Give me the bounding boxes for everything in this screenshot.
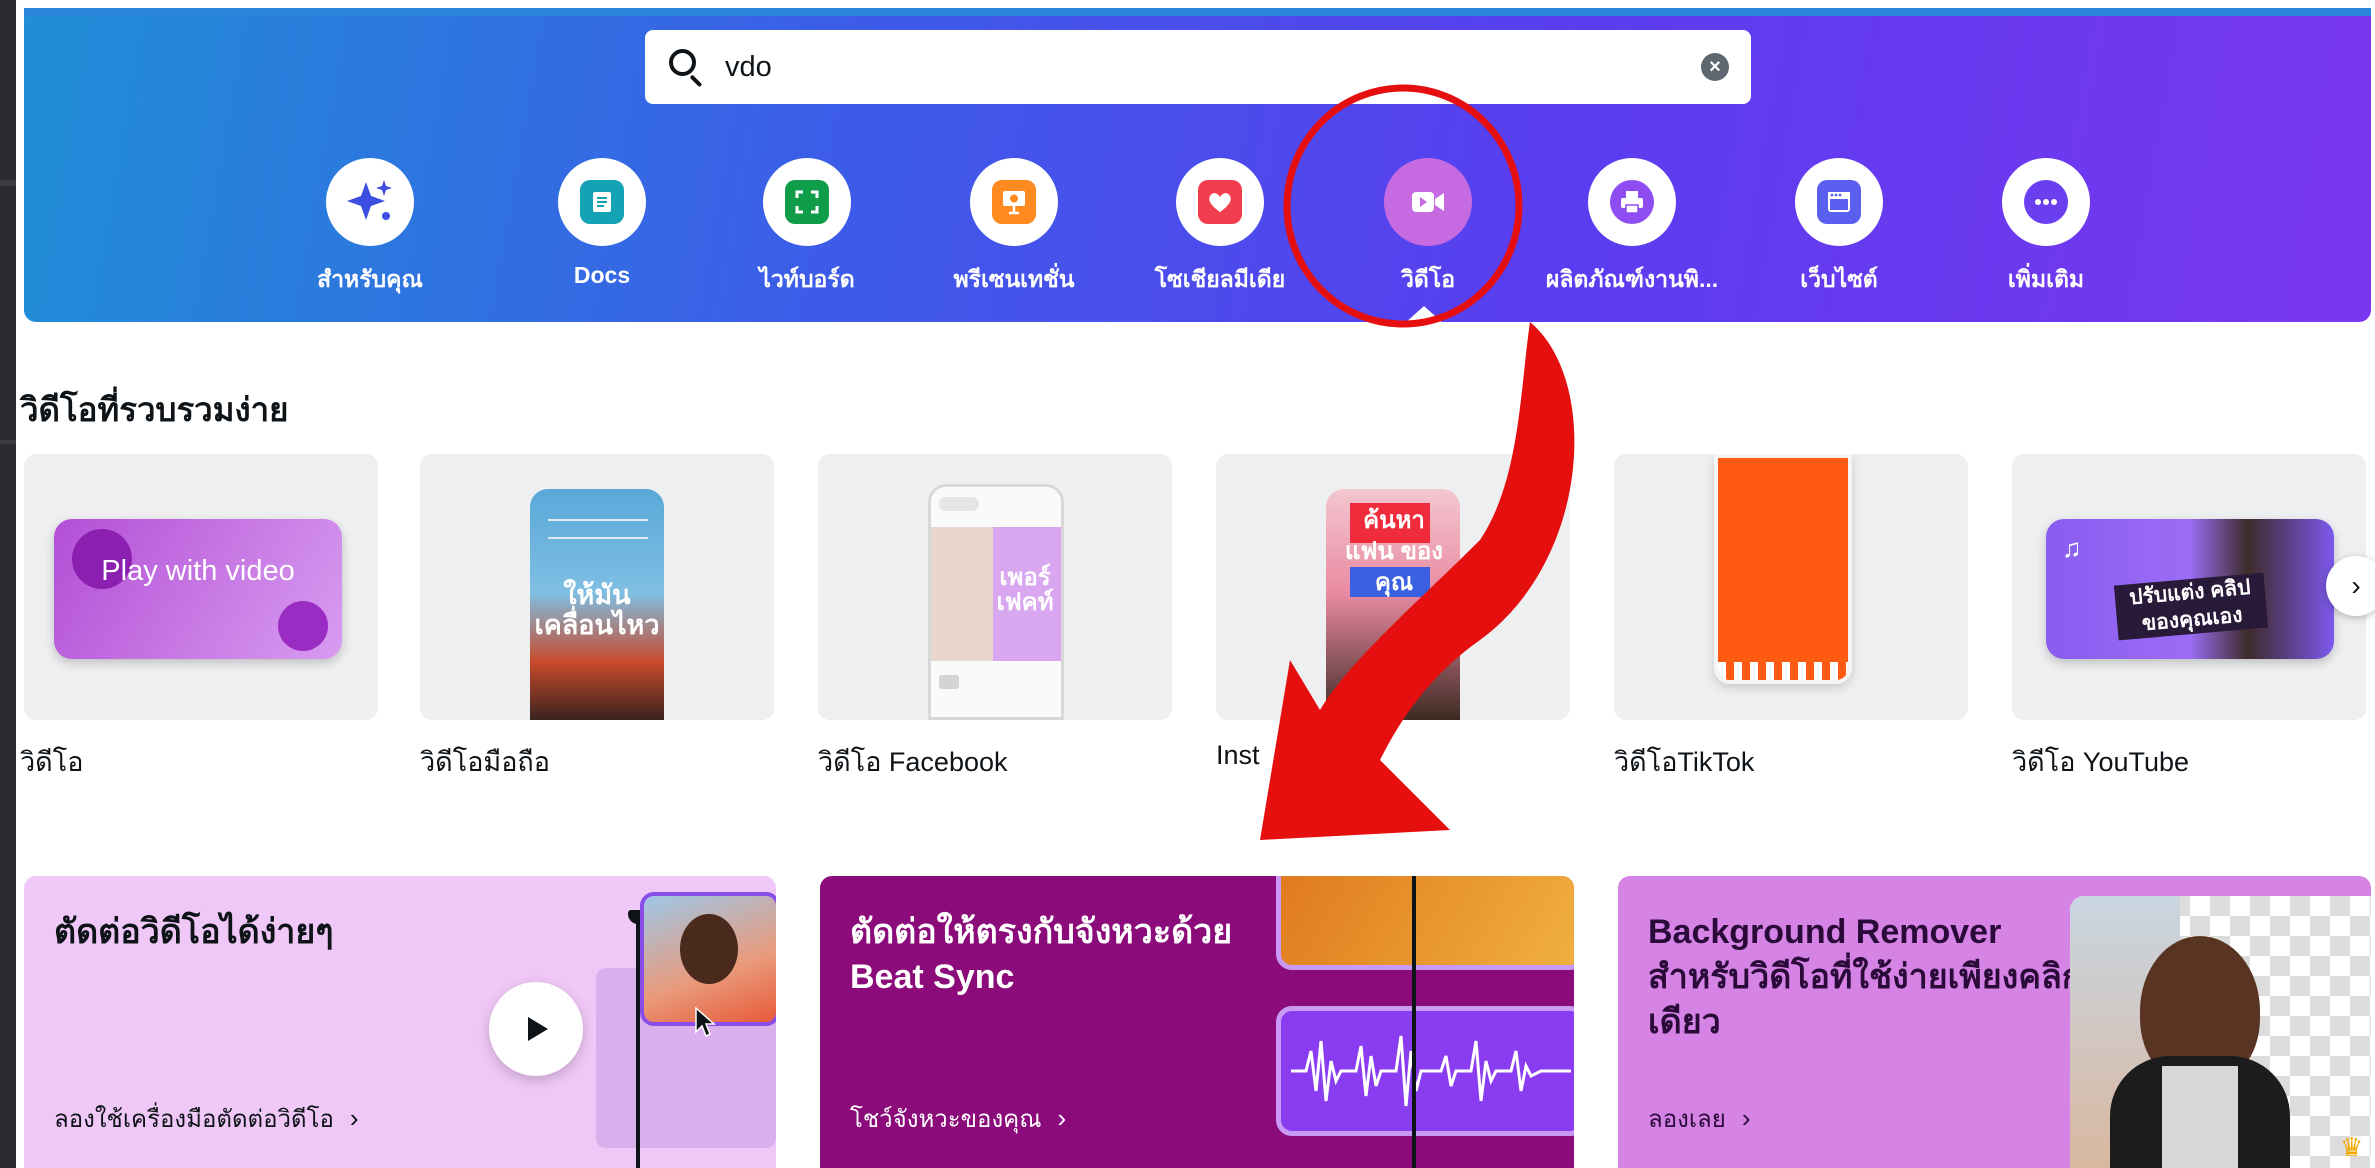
promo-link-text: โชว์จังหวะของคุณ [850, 1106, 1042, 1133]
promo-link[interactable]: โชว์จังหวะของคุณ › [850, 1099, 1066, 1138]
promo-title: Background Remover สำหรับวิดีโอที่ใช้ง่า… [1648, 913, 2083, 1041]
template-tile-video[interactable]: Play with video [24, 454, 378, 720]
template-tile-instagram-video[interactable]: ค้นหา แฟน ของคุณ [1216, 454, 1570, 720]
promo-link-text: ลองเลย [1648, 1106, 1726, 1133]
music-note-icon: ♫ [2062, 533, 2082, 563]
browser-window-icon [1795, 158, 1883, 246]
tile-artwork: ค้นหา แฟน ของคุณ [1326, 489, 1460, 720]
crown-icon: ♛ [2340, 1132, 2364, 1162]
tile-label[interactable]: วิดีโอ YouTube [2012, 740, 2189, 783]
category-label: Docs [573, 262, 631, 288]
category-label: สำหรับคุณ [317, 266, 423, 292]
category-video[interactable]: วิดีโอ [1338, 158, 1518, 298]
promo-title: ตัดต่อให้ตรงกับจังหวะด้วย Beat Sync [850, 913, 1233, 996]
tile-label[interactable]: วิดีโอ [20, 740, 83, 783]
promo-link[interactable]: ลองใช้เครื่องมือตัดต่อวิดีโอ › [54, 1099, 359, 1138]
canva-home-screen: { "search": { "value": "vdo", "placehold… [0, 0, 2375, 1168]
whiteboard-icon [763, 158, 851, 246]
category-nav: สำหรับคุณ Docs ไวท์บอร์ด พรีเซนเทชั่น โซ… [24, 158, 2371, 318]
presentation-icon [970, 158, 1058, 246]
play-icon[interactable] [489, 982, 583, 1076]
chevron-right-icon: › [2351, 570, 2361, 601]
video-clip-thumbnail [1276, 876, 1574, 970]
tile-label[interactable]: วิดีโอมือถือ [420, 740, 550, 783]
category-more[interactable]: เพิ่มเติม [1956, 158, 2136, 298]
window-edge [0, 0, 16, 1168]
chevron-right-icon: › [1057, 1103, 1067, 1133]
more-dots-icon [2002, 158, 2090, 246]
video-camera-icon [1384, 158, 1472, 246]
cursor-pointer-icon [694, 1006, 716, 1038]
promo-title: ตัดต่อวิดีโอได้ง่ายๆ [54, 913, 334, 951]
tile-art-text: Play with video [101, 555, 295, 587]
printer-icon [1588, 158, 1676, 246]
category-presentation[interactable]: พรีเซนเทชั่น [924, 158, 1104, 298]
heart-icon [1176, 158, 1264, 246]
playhead-line [1412, 876, 1416, 1168]
search-icon [667, 47, 707, 88]
promo-link-text: ลองใช้เครื่องมือตัดต่อวิดีโอ [54, 1106, 334, 1133]
category-for-you[interactable]: สำหรับคุณ [280, 158, 460, 298]
docs-icon [558, 158, 646, 246]
tile-art-text: ปรับแต่ง คลิปของคุณเอง [2113, 572, 2269, 641]
tile-artwork [1714, 454, 1852, 684]
chevron-right-icon: › [1741, 1103, 1751, 1133]
tile-artwork: ให้มัน เคลื่อนไหว [530, 489, 664, 720]
category-website[interactable]: เว็บไซต์ [1749, 158, 1929, 298]
category-whiteboard[interactable]: ไวท์บอร์ด [717, 158, 897, 298]
category-label: เพิ่มเติม [2007, 266, 2085, 292]
category-label: พรีเซนเทชั่น [953, 266, 1075, 292]
promo-card-background-remover[interactable]: Background Remover สำหรับวิดีโอที่ใช้ง่า… [1618, 876, 2371, 1168]
chevron-right-icon: › [349, 1103, 359, 1133]
active-category-caret [1404, 306, 1444, 322]
category-label: เว็บไซต์ [1800, 266, 1878, 292]
tile-artwork: ♫ ปรับแต่ง คลิปของคุณเอง [2046, 519, 2334, 659]
category-docs[interactable]: Docs [512, 158, 692, 289]
transparent-background: ♛ [2070, 896, 2371, 1168]
template-tile-mobile-video[interactable]: ให้มัน เคลื่อนไหว [420, 454, 774, 720]
promo-card-video-editor[interactable]: ตัดต่อวิดีโอได้ง่ายๆ ลองใช้เครื่องมือตัด… [24, 876, 776, 1168]
tile-art-text: ให้มัน เคลื่อนไหว [534, 580, 660, 640]
category-label: โซเชียลมีเดีย [1154, 266, 1286, 292]
category-label: ไวท์บอร์ด [759, 266, 855, 292]
search-input[interactable] [725, 50, 1701, 84]
category-print-products[interactable]: ผลิตภัณฑ์งานพิ... [1542, 158, 1722, 298]
tile-label[interactable]: วิดีโอTikTok [1614, 740, 1754, 783]
tile-artwork: เพอร์ เฟคท์ [928, 484, 1064, 720]
hero-banner: × สำหรับคุณ Docs ไวท์บ [24, 8, 2371, 322]
category-label: ผลิตภัณฑ์งานพิ... [1545, 266, 1719, 292]
template-tile-tiktok-video[interactable] [1614, 454, 1968, 720]
tile-art-text: เพอร์ เฟคท์ [996, 564, 1054, 617]
search-bar[interactable]: × [645, 30, 1751, 104]
template-tile-youtube-video[interactable]: ♫ ปรับแต่ง คลิปของคุณเอง [2012, 454, 2366, 720]
tile-artwork: Play with video [54, 519, 342, 659]
promo-link[interactable]: ลองเลย › [1648, 1099, 1750, 1138]
category-label: วิดีโอ [1400, 266, 1456, 292]
template-tile-facebook-video[interactable]: เพอร์ เฟคท์ [818, 454, 1172, 720]
promo-card-beat-sync[interactable]: ตัดต่อให้ตรงกับจังหวะด้วย Beat Sync โชว์… [820, 876, 1574, 1168]
clear-search-icon[interactable]: × [1701, 53, 1729, 81]
section-title: วิดีโอที่รวบรวมง่าย [20, 391, 289, 428]
sparkle-icon [326, 158, 414, 246]
tile-art-text: ค้นหา แฟน ของคุณ [1344, 507, 1444, 597]
audio-waveform [1276, 1006, 1574, 1136]
category-social-media[interactable]: โซเชียลมีเดีย [1130, 158, 1310, 298]
tile-label[interactable]: วิดีโอ Facebook [818, 740, 1008, 783]
tile-label[interactable]: Inst [1216, 740, 1260, 771]
